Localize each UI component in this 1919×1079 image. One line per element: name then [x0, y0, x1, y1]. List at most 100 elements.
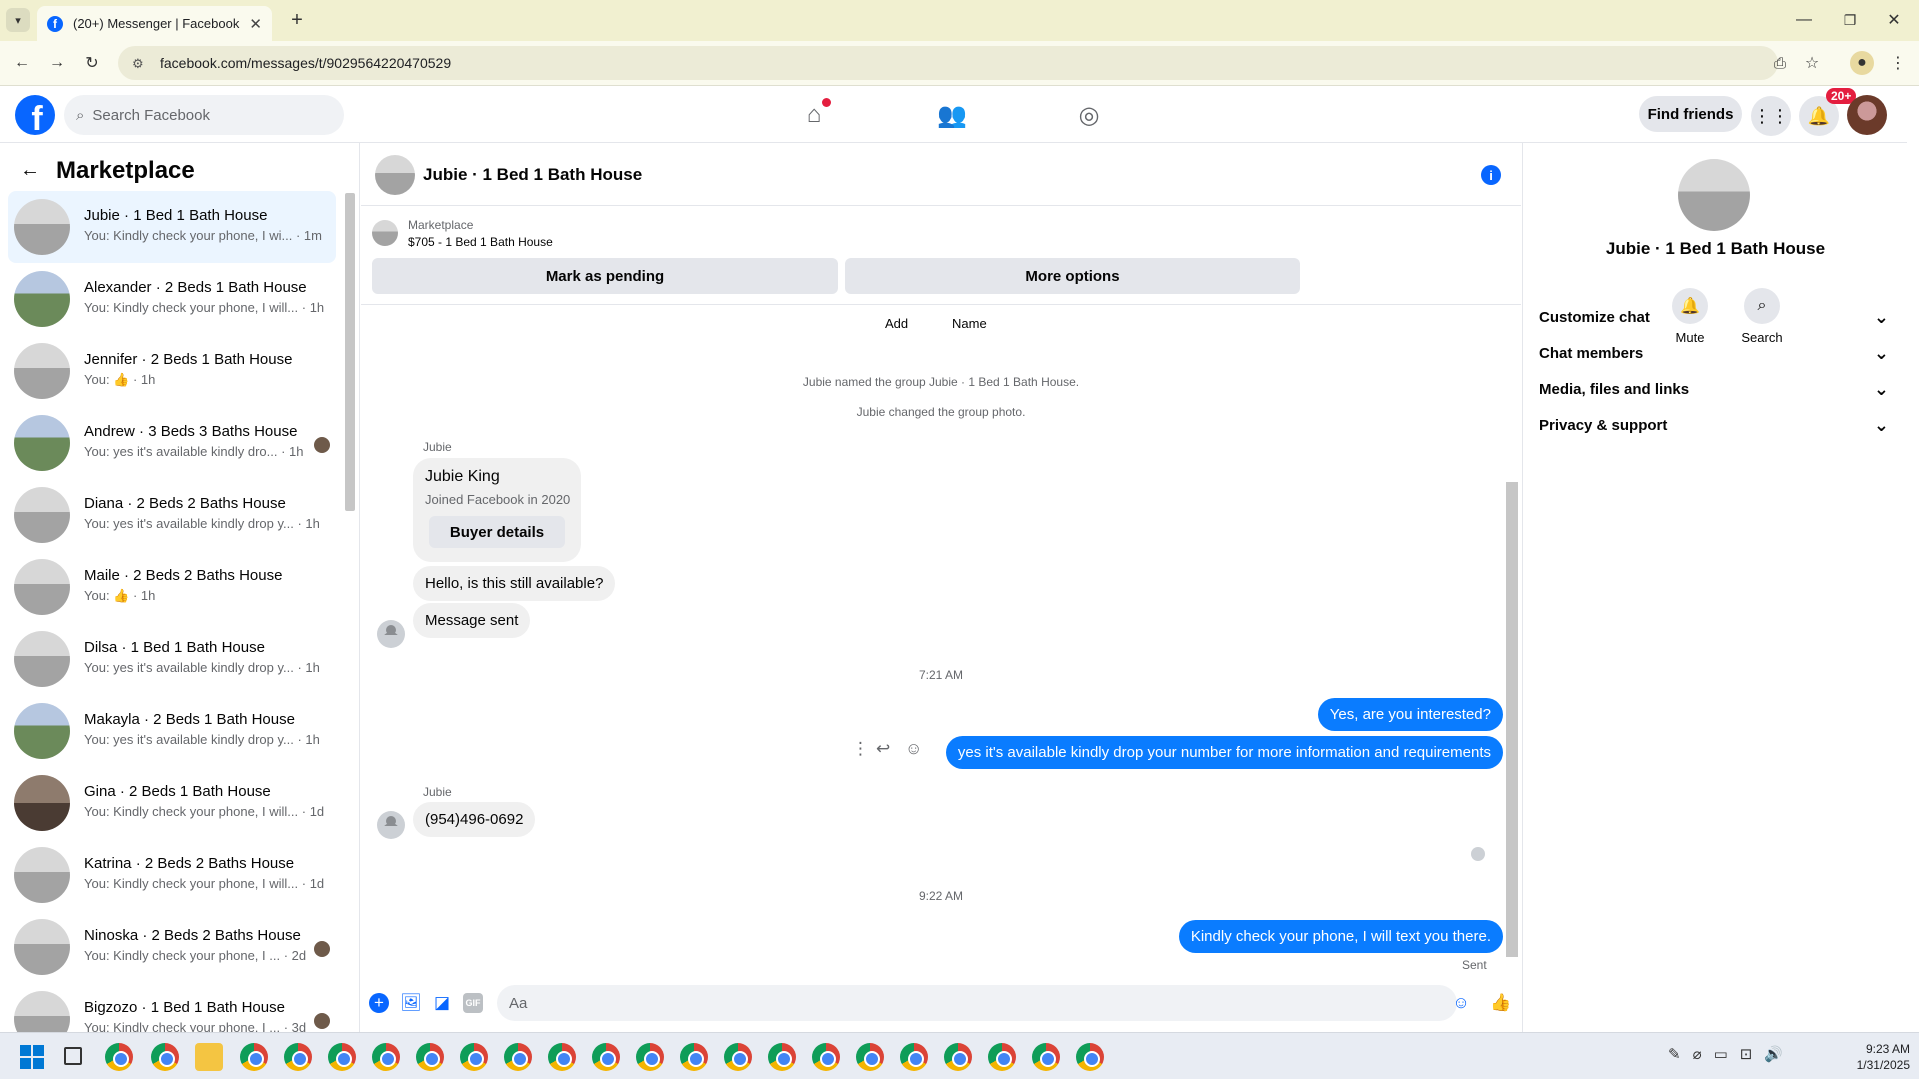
- close-tab-icon[interactable]: ✕: [249, 15, 262, 33]
- chrome-icon[interactable]: [151, 1043, 179, 1071]
- react-emoji-icon[interactable]: ☺: [905, 739, 922, 759]
- back-arrow-icon[interactable]: ←: [20, 159, 40, 182]
- chrome-icon[interactable]: [900, 1043, 928, 1071]
- sticker-icon[interactable]: ◪: [432, 993, 452, 1013]
- tab-search-icon[interactable]: ▾: [6, 8, 30, 32]
- chrome-icon[interactable]: [105, 1043, 133, 1071]
- conversation-item[interactable]: Gina · 2 Beds 1 Bath House You: Kindly ch…: [8, 767, 336, 839]
- listing-thumbnail[interactable]: [372, 220, 398, 246]
- chrome-icon[interactable]: [328, 1043, 356, 1071]
- incoming-message[interactable]: Message sent: [413, 603, 531, 638]
- conversation-item[interactable]: Ninoska · 2 Beds 2 Baths House You: Kindl…: [8, 911, 336, 983]
- conversation-item[interactable]: Diana · 2 Beds 2 Baths House You: yes it'…: [8, 479, 336, 551]
- menu-grid-icon[interactable]: ⋮⋮: [1751, 96, 1791, 136]
- thread-scrollbar[interactable]: [1506, 482, 1518, 957]
- chrome-icon[interactable]: [724, 1043, 752, 1071]
- profile-icon[interactable]: ●: [1850, 51, 1874, 75]
- incoming-message[interactable]: Hello, is this still available?: [413, 566, 616, 601]
- listing-title[interactable]: $705 - 1 Bed 1 Bath House: [408, 235, 553, 249]
- sidebar-scrollbar[interactable]: [345, 193, 355, 511]
- conversation-item[interactable]: Maile · 2 Beds 2 Baths House You: 👍 · 1h: [8, 551, 336, 623]
- gif-icon[interactable]: GIF: [463, 993, 483, 1013]
- reload-icon[interactable]: ↻: [80, 51, 104, 75]
- thumbs-up-icon[interactable]: 👍: [1490, 993, 1511, 1013]
- search-placeholder: Search Facebook: [92, 106, 210, 124]
- account-avatar[interactable]: [1847, 95, 1887, 135]
- chrome-icon[interactable]: [680, 1043, 708, 1071]
- incoming-message[interactable]: (954)496-0692: [413, 802, 536, 837]
- new-tab-icon[interactable]: +: [285, 8, 309, 32]
- emoji-icon[interactable]: ☺: [1451, 993, 1471, 1013]
- more-options-button[interactable]: More options: [845, 258, 1300, 294]
- mark-as-pending-button[interactable]: Mark as pending: [372, 258, 838, 294]
- facebook-logo-icon[interactable]: f: [15, 95, 55, 135]
- site-settings-icon[interactable]: ⚙: [132, 56, 146, 71]
- chrome-icon[interactable]: [504, 1043, 532, 1071]
- conversation-item[interactable]: Katrina · 2 Beds 2 Baths House You: Kindl…: [8, 839, 336, 911]
- chat-title[interactable]: Jubie · 1 Bed 1 Bath House: [423, 165, 642, 185]
- bookmark-star-icon[interactable]: ☆: [1800, 51, 1824, 75]
- contact-avatar[interactable]: [377, 620, 405, 648]
- chrome-icon[interactable]: [636, 1043, 664, 1071]
- conversation-item[interactable]: Makayla · 2 Beds 1 Bath House You: yes it…: [8, 695, 336, 767]
- file-explorer-icon[interactable]: [195, 1043, 223, 1071]
- chrome-icon[interactable]: [768, 1043, 796, 1071]
- url-field[interactable]: ⚙ facebook.com/messages/t/90295642204705…: [118, 46, 1778, 80]
- attach-photo-icon[interactable]: 🖼: [400, 993, 422, 1013]
- system-tray[interactable]: ✎⌀▭⊡🔊: [1668, 1045, 1795, 1063]
- message-input[interactable]: [497, 985, 1457, 1021]
- chrome-icon[interactable]: [372, 1043, 400, 1071]
- chrome-icon[interactable]: [592, 1043, 620, 1071]
- find-friends-button[interactable]: Find friends: [1639, 96, 1742, 132]
- plus-actions-icon[interactable]: +: [369, 993, 389, 1013]
- reply-icon[interactable]: ↩: [876, 739, 890, 759]
- chrome-icon[interactable]: [944, 1043, 972, 1071]
- chrome-icon[interactable]: [416, 1043, 444, 1071]
- minimize-icon[interactable]: —: [1792, 8, 1816, 32]
- panel-section-row[interactable]: Privacy & support ⌄: [1539, 403, 1889, 447]
- install-app-icon[interactable]: ⎙: [1768, 51, 1792, 75]
- task-view-icon[interactable]: [64, 1047, 82, 1065]
- chrome-icon[interactable]: [460, 1043, 488, 1071]
- close-window-icon[interactable]: ✕: [1882, 8, 1906, 32]
- conversation-item[interactable]: Andrew · 3 Beds 3 Baths House You: yes it…: [8, 407, 336, 479]
- conversation-name: Andrew · 3 Beds 3 Baths House: [84, 423, 298, 440]
- restore-icon[interactable]: ❐: [1838, 8, 1862, 32]
- friends-icon[interactable]: 👥: [937, 100, 967, 130]
- contact-avatar[interactable]: [377, 811, 405, 839]
- conversation-item[interactable]: Jubie · 1 Bed 1 Bath House You: Kindly ch…: [8, 191, 336, 263]
- forward-icon[interactable]: →: [45, 51, 69, 75]
- chat-thumbnail[interactable]: [375, 155, 415, 195]
- home-icon[interactable]: ⌂: [799, 98, 831, 130]
- conversation-item[interactable]: Dilsa · 1 Bed 1 Bath House You: yes it's …: [8, 623, 336, 695]
- outgoing-message[interactable]: yes it's available kindly drop your numb…: [945, 736, 1503, 769]
- chrome-icon[interactable]: [548, 1043, 576, 1071]
- outgoing-message[interactable]: Yes, are you interested?: [1317, 698, 1503, 731]
- conversation-preview: You: Kindly check your phone, I will... …: [84, 300, 325, 315]
- chrome-icon[interactable]: [988, 1043, 1016, 1071]
- buyer-details-button[interactable]: Buyer details: [429, 516, 565, 548]
- more-actions-icon[interactable]: ⋮: [852, 739, 869, 759]
- chrome-icon[interactable]: [284, 1043, 312, 1071]
- start-icon[interactable]: [20, 1045, 44, 1069]
- facebook-search-field[interactable]: ⌕ Search Facebook: [64, 95, 344, 135]
- groups-icon[interactable]: ◎: [1074, 100, 1104, 130]
- info-icon[interactable]: i: [1481, 165, 1501, 185]
- browser-menu-icon[interactable]: ⋮: [1886, 51, 1910, 75]
- chrome-icon[interactable]: [812, 1043, 840, 1071]
- conversation-item[interactable]: Alexander · 2 Beds 1 Bath House You: Kind…: [8, 263, 336, 335]
- name-group-label[interactable]: Name: [952, 316, 987, 331]
- chrome-icon[interactable]: [1032, 1043, 1060, 1071]
- chrome-icon[interactable]: [856, 1043, 884, 1071]
- outgoing-message[interactable]: Kindly check your phone, I will text you…: [1178, 920, 1503, 953]
- group-photo[interactable]: [1678, 159, 1750, 231]
- system-clock[interactable]: 9:23 AM 1/31/2025: [1820, 1041, 1910, 1073]
- chrome-icon[interactable]: [240, 1043, 268, 1071]
- browser-tab[interactable]: f (20+) Messenger | Facebook ✕: [37, 6, 272, 41]
- add-people-label[interactable]: Add: [885, 316, 908, 331]
- back-icon[interactable]: ←: [10, 51, 34, 75]
- timestamp: 7:21 AM: [918, 668, 964, 682]
- conversation-item[interactable]: Bigzozo · 1 Bed 1 Bath House You: Kindly …: [8, 983, 336, 1032]
- chrome-icon[interactable]: [1076, 1043, 1104, 1071]
- conversation-item[interactable]: Jennifer · 2 Beds 1 Bath House You: 👍 · 1…: [8, 335, 336, 407]
